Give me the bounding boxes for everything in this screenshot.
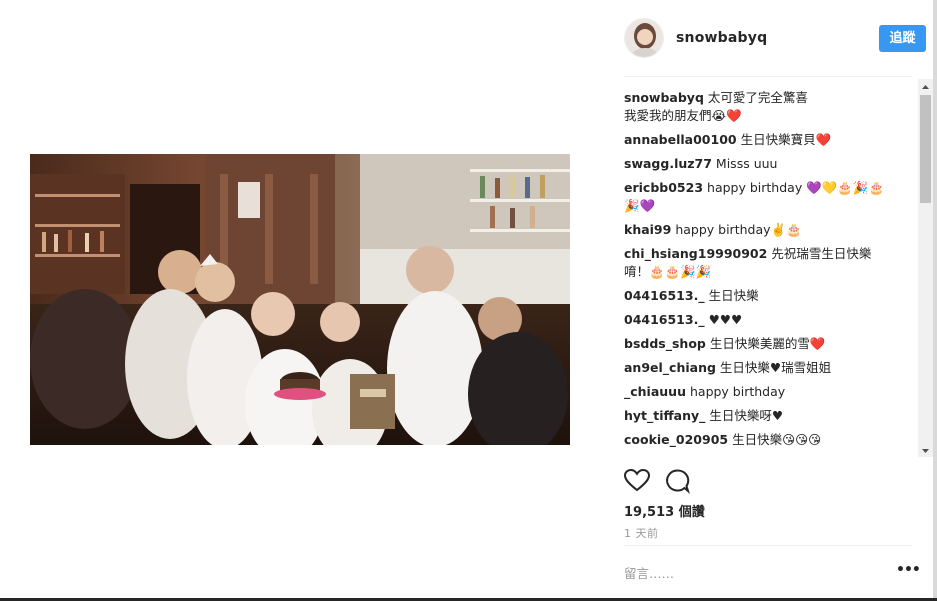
comment-username-link[interactable]: hyt_tiffany_ [624,408,705,423]
comment-text: 生日快樂 [708,288,759,303]
comment-username-link[interactable]: snowbabyq [624,90,704,105]
comment-text: 生日快樂寶貝❤️ [740,132,832,147]
comment-username-link[interactable]: swagg.luz77 [624,156,712,171]
comment-username-link[interactable]: ericbb0523 [624,180,703,195]
like-count[interactable]: 19,513 個讚 [624,501,705,520]
comment-text: happy birthday✌️🎂 [675,222,802,237]
comment-text: Misss uuu [715,156,778,171]
divider [624,545,912,546]
comment-item: 04416513._ ♥♥♥ [624,311,919,329]
follow-button[interactable]: 追蹤 [879,25,926,52]
post-side-panel: snowbabyq 追蹤 snowbabyq 太可愛了完全驚喜 我愛我的朋友們😭❤… [609,0,933,598]
comment-text: 生日快樂呀♥ [709,408,784,423]
comment-item: swagg.luz77 Misss uuu [624,155,919,173]
scrollbar[interactable] [918,79,933,457]
username-link[interactable]: snowbabyq [676,30,767,46]
comment-item: bsdds_shop 生日快樂美麗的雪❤️ [624,335,919,353]
more-options-icon[interactable]: ••• [896,563,921,581]
post-photo[interactable] [30,154,570,445]
comment-text: ♥♥♥ [708,312,743,327]
scroll-up-arrow-icon[interactable] [918,79,933,93]
post-header: snowbabyq 追蹤 [624,18,926,60]
comment-username-link[interactable]: chi_hsiang19990902 [624,246,767,261]
comment-item: chi_hsiang19990902 先祝瑞雪生日快樂 唷！🎂🎂🎉🎉 [624,245,919,281]
comment-text: 生日快樂美麗的雪❤️ [709,336,826,351]
comment-username-link[interactable]: cookie_020905 [624,432,728,447]
heart-icon[interactable] [623,468,651,494]
comment-item: ericbb0523 happy birthday 💜💛🎂🎉🎂 🎉💜 [624,179,919,215]
comment-item: 04416513._ 生日快樂 [624,287,919,305]
comment-username-link[interactable]: khai99 [624,222,671,237]
divider [624,76,912,77]
comment-item: cookie_020905 生日快樂😘😘😘 [624,431,919,449]
comment-text: 生日快樂😘😘😘 [732,432,822,447]
comment-username-link[interactable]: bsdds_shop [624,336,706,351]
comment-text: happy birthday [689,384,786,399]
action-bar [623,468,912,494]
comment-text: 生日快樂♥瑞雪姐姐 [719,360,832,375]
scroll-down-arrow-icon[interactable] [918,443,933,457]
comment-item: _chiauuu happy birthday [624,383,919,401]
comment-username-link[interactable]: 04416513._ [624,312,705,327]
scrollbar-thumb[interactable] [920,95,931,203]
avatar[interactable] [624,18,664,58]
comment-item: khai99 happy birthday✌️🎂 [624,221,919,239]
comment-bubble-icon[interactable] [664,468,690,494]
comment-username-link[interactable]: _chiauuu [624,384,686,399]
comment-list[interactable]: snowbabyq 太可愛了完全驚喜 我愛我的朋友們😭❤️ annabella001… [624,89,919,455]
comment-username-link[interactable]: annabella00100 [624,132,737,147]
comment-item: snowbabyq 太可愛了完全驚喜 我愛我的朋友們😭❤️ [624,89,919,125]
comment-item: annabella00100 生日快樂寶貝❤️ [624,131,919,149]
post-timestamp[interactable]: 1 天前 [624,525,659,541]
comment-input[interactable] [624,564,874,582]
comment-username-link[interactable]: an9el_chiang [624,360,716,375]
comment-username-link[interactable]: 04416513._ [624,288,705,303]
window-edge [933,0,937,601]
comment-item: hyt_tiffany_ 生日快樂呀♥ [624,407,919,425]
comment-item: an9el_chiang 生日快樂♥瑞雪姐姐 [624,359,919,377]
